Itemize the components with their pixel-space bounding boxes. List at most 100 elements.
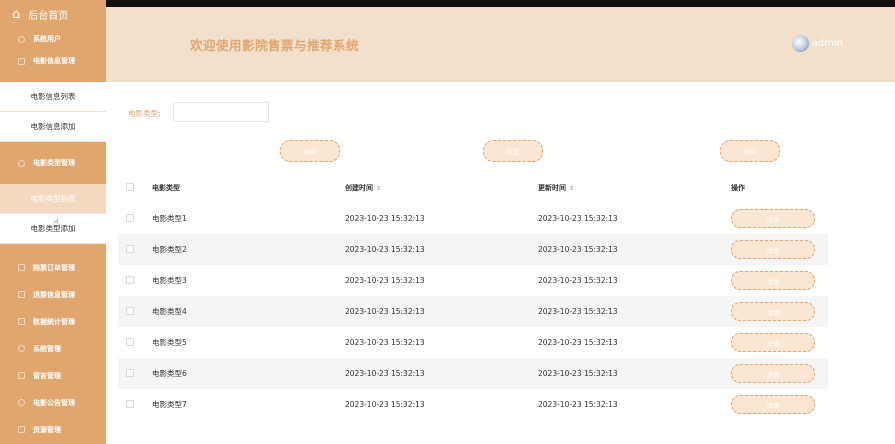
cell-updated: 2023-10-23 15:32:13 [538,276,618,285]
column-header-type: 电影类型 [152,183,180,192]
sidebar-item-label: 系统管理 [33,344,61,353]
detail-button[interactable]: 详情 [731,271,815,290]
column-header-created[interactable]: 创建时间 ⇕ [345,183,538,193]
reset-button[interactable]: 重置 [483,140,543,162]
row-checkbox[interactable] [126,399,134,408]
column-header-updated[interactable]: 更新时间 ⇕ [538,183,731,193]
detail-button[interactable]: 详情 [731,333,815,352]
sidebar-item-messages[interactable]: 留言管理 [0,362,106,389]
sidebar-item-label: 留言管理 [33,371,61,380]
sidebar-item-resources[interactable]: 资源管理 [0,416,106,443]
cell-created: 2023-10-23 15:32:13 [345,338,425,347]
cell-type: 电影类型7 [152,400,187,409]
sidebar-item-movie-info[interactable]: 电影信息管理 [0,50,106,72]
column-header-label: 更新时间 [538,183,566,192]
detail-button[interactable]: 详情 [731,240,815,259]
sidebar-item-label: 数据统计管理 [33,317,75,326]
user-menu[interactable]: admin [791,35,843,52]
cell-created: 2023-10-23 15:32:13 [345,276,425,285]
cell-type: 电影类型4 [152,307,187,316]
sidebar-home-label: 后台首页 [28,10,69,22]
sidebar-item-orders[interactable]: 购票订单管理 [0,254,106,281]
column-header-label: 创建时间 [345,183,373,192]
sidebar-item-refunds[interactable]: 退票信息管理 [0,281,106,308]
cell-updated: 2023-10-23 15:32:13 [538,214,618,223]
row-checkbox[interactable] [126,368,134,377]
row-checkbox[interactable] [126,306,134,315]
row-checkbox[interactable] [126,213,134,222]
cell-created: 2023-10-23 15:32:13 [345,214,425,223]
cell-updated: 2023-10-23 15:32:13 [538,338,618,347]
gear-icon [18,35,25,43]
sidebar-sub-movie-info-list[interactable]: 电影信息列表 [0,82,106,112]
cell-type: 电影类型6 [152,369,187,378]
sidebar-item-label: 电影类型管理 [33,159,75,167]
movie-type-search-input[interactable] [173,102,269,122]
cell-type: 电影类型1 [152,214,187,223]
detail-button[interactable]: 详情 [731,302,815,321]
page-title: 欢迎使用影院售票与推荐系统 [190,38,360,53]
sort-icon[interactable]: ⇕ [376,185,381,192]
sidebar-item-label: 购票订单管理 [33,263,75,272]
sidebar-home[interactable]: ⌂ 后台首页 [0,0,106,28]
sidebar-sub-movie-type-add[interactable]: 电影类型添加 ☝ [0,214,106,244]
cell-updated: 2023-10-23 15:32:13 [538,307,618,316]
settings-icon [18,159,25,167]
cell-type: 电影类型5 [152,338,187,347]
search-label: 电影类型: [128,109,161,118]
order-icon [18,264,25,271]
search-button[interactable]: 查询 [280,140,340,162]
sidebar-sub-movie-info-add[interactable]: 电影信息添加 [0,112,106,142]
sidebar-item-movie-type[interactable]: 电影类型管理 [0,152,106,174]
username: admin [811,38,843,49]
cell-created: 2023-10-23 15:32:13 [345,369,425,378]
sidebar-item-notices[interactable]: 电影公告管理 [0,389,106,416]
cell-updated: 2023-10-23 15:32:13 [538,369,618,378]
cell-updated: 2023-10-23 15:32:13 [538,245,618,254]
notice-icon [18,399,25,406]
home-icon: ⌂ [12,6,21,22]
sidebar-sub-movie-type-list[interactable]: 电影类型列表 [0,184,106,214]
hand-cursor-icon: ☝ [53,218,60,229]
column-header-ops: 操作 [731,183,745,192]
sort-icon[interactable]: ⇕ [569,185,574,192]
top-border [106,0,895,7]
sidebar-item-system-users[interactable]: 系统用户 [0,28,106,50]
sidebar: ⌂ 后台首页 系统用户 电影信息管理 电影信息列表 电影信息添加 电影类型管理 … [0,0,106,444]
table-row: 电影类型4 2023-10-23 15:32:13 2023-10-23 15:… [118,296,828,327]
ticket-icon [18,291,25,298]
detail-button[interactable]: 详情 [731,364,815,383]
cell-created: 2023-10-23 15:32:13 [345,245,425,254]
cell-type: 电影类型3 [152,276,187,285]
movie-type-table: 电影类型 创建时间 ⇕ 更新时间 ⇕ 操作 电影类型1 2023-10-23 15:… [118,172,828,420]
sidebar-item-system[interactable]: 系统管理 [0,335,106,362]
list-icon [18,57,25,65]
sidebar-item-label: 退票信息管理 [33,290,75,299]
detail-button[interactable]: 详情 [731,209,815,228]
table-header-row: 电影类型 创建时间 ⇕ 更新时间 ⇕ 操作 [118,172,828,203]
sidebar-item-statistics[interactable]: 数据统计管理 [0,308,106,335]
table-row: 电影类型5 2023-10-23 15:32:13 2023-10-23 15:… [118,327,828,358]
delete-button[interactable]: 删除 [720,140,780,162]
sidebar-item-label: 资源管理 [33,425,61,434]
select-all-checkbox[interactable] [126,182,134,191]
chart-icon [18,318,25,325]
cell-updated: 2023-10-23 15:32:13 [538,400,618,409]
page-header: 欢迎使用影院售票与推荐系统 admin [106,7,895,82]
row-checkbox[interactable] [126,275,134,284]
cell-type: 电影类型2 [152,245,187,254]
message-icon [18,372,25,379]
table-row: 电影类型7 2023-10-23 15:32:13 2023-10-23 15:… [118,389,828,420]
cell-created: 2023-10-23 15:32:13 [345,307,425,316]
table-row: 电影类型2 2023-10-23 15:32:13 2023-10-23 15:… [118,234,828,265]
cell-created: 2023-10-23 15:32:13 [345,400,425,409]
detail-button[interactable]: 详情 [731,395,815,414]
row-checkbox[interactable] [126,244,134,253]
table-row: 电影类型1 2023-10-23 15:32:13 2023-10-23 15:… [118,203,828,234]
row-checkbox[interactable] [126,337,134,346]
avatar-icon [791,35,809,52]
table-row: 电影类型3 2023-10-23 15:32:13 2023-10-23 15:… [118,265,828,296]
gear-icon [18,345,25,352]
resource-icon [18,426,25,433]
table-row: 电影类型6 2023-10-23 15:32:13 2023-10-23 15:… [118,358,828,389]
